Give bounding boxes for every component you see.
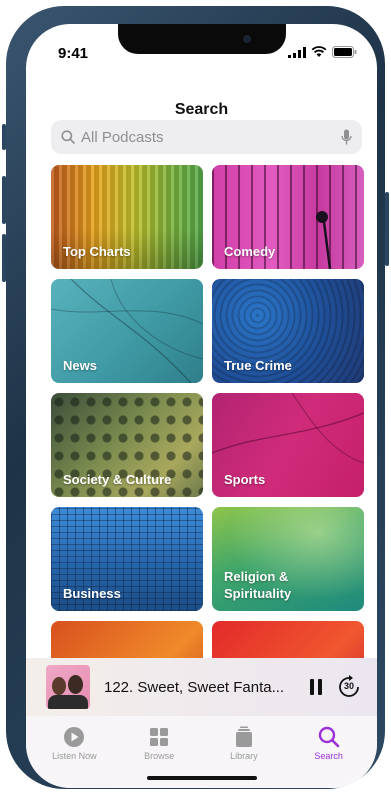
silent-switch: [2, 124, 6, 150]
category-label: Religion & Spirituality: [224, 569, 292, 601]
volume-up-button: [2, 176, 6, 224]
category-tile-society-culture[interactable]: Society & Culture: [51, 393, 203, 497]
play-circle-icon: [64, 727, 85, 747]
skip-forward-button[interactable]: 30: [337, 675, 361, 699]
phone-frame: 9:41 Search All Podcasts Top Charts Come…: [2, 6, 389, 789]
tab-label: Library: [230, 751, 258, 761]
mini-player[interactable]: 122. Sweet, Sweet Fanta... 30: [26, 658, 377, 716]
page-title: Search: [174, 101, 229, 118]
category-tile-true-crime[interactable]: True Crime: [212, 279, 364, 383]
grid-icon: [150, 728, 169, 746]
tab-search[interactable]: Search: [294, 716, 364, 788]
search-bar[interactable]: All Podcasts: [51, 120, 362, 154]
volume-down-button: [2, 234, 6, 282]
home-indicator[interactable]: [147, 776, 257, 780]
tab-label: Search: [314, 751, 343, 761]
now-playing-title: 122. Sweet, Sweet Fanta...: [104, 678, 285, 696]
tab-label: Listen Now: [52, 751, 97, 761]
skip-seconds-label: 30: [343, 681, 354, 691]
tab-bar: Listen Now Browse Library Search: [26, 716, 377, 788]
category-tile-comedy[interactable]: Comedy: [212, 165, 364, 269]
battery-icon: [332, 46, 357, 58]
search-icon: [61, 130, 75, 144]
category-label: Sports: [224, 472, 266, 487]
category-label: Society & Culture: [63, 472, 172, 487]
tab-listen-now[interactable]: Listen Now: [39, 716, 109, 788]
category-label: News: [63, 358, 97, 373]
wifi-icon: [311, 46, 327, 57]
category-tile-business[interactable]: Business: [51, 507, 203, 611]
status-icons: [288, 46, 357, 58]
category-tile-top-charts[interactable]: Top Charts: [51, 165, 203, 269]
signal-icon: [288, 46, 306, 58]
notch: [118, 24, 286, 54]
status-time: 9:41: [58, 45, 89, 62]
library-icon: [235, 726, 252, 747]
category-label: Business: [63, 586, 121, 601]
search-placeholder: All Podcasts: [81, 128, 164, 146]
search-icon: [318, 726, 339, 748]
camera-icon: [243, 35, 251, 43]
podcast-artwork: [46, 665, 90, 709]
side-button: [385, 192, 389, 266]
category-label: Comedy: [224, 244, 276, 259]
screen: 9:41 Search All Podcasts Top Charts Come…: [26, 24, 377, 788]
category-tile-religion-spirituality[interactable]: Religion & Spirituality: [212, 507, 364, 611]
microphone-stand-icon: [316, 211, 332, 269]
tab-label: Browse: [144, 751, 175, 761]
category-tile-sports[interactable]: Sports: [212, 393, 364, 497]
microphone-icon[interactable]: [341, 129, 352, 145]
category-label: True Crime: [224, 358, 292, 373]
category-label: Top Charts: [63, 244, 131, 259]
pause-icon[interactable]: [309, 679, 323, 695]
category-tile-news[interactable]: News: [51, 279, 203, 383]
